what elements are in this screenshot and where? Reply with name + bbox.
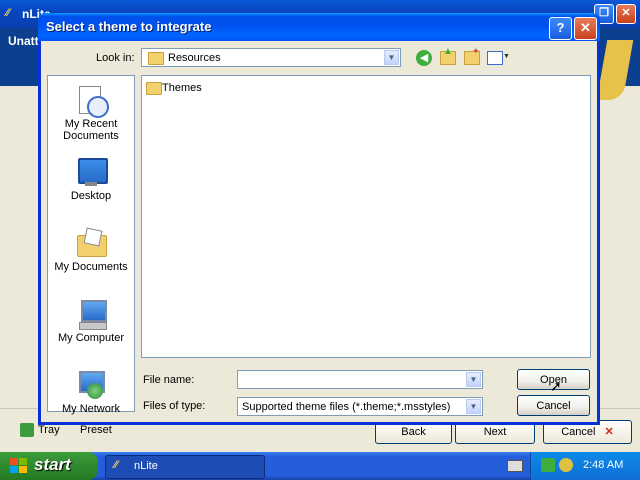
place-my-computer[interactable]: My Computer <box>48 298 134 344</box>
files-of-type-value: Supported theme files (*.theme;*.msstyle… <box>242 401 451 413</box>
nlite-banner-title: Unatt <box>8 34 39 48</box>
up-arrow-icon: ▲ <box>443 46 453 57</box>
folder-icon <box>146 82 162 95</box>
look-in-label: Look in: <box>96 52 135 64</box>
security-icon[interactable] <box>559 458 573 472</box>
next-label: Next <box>483 426 507 438</box>
start-label: start <box>34 455 71 474</box>
new-star-icon: ✦ <box>472 46 480 56</box>
my-network-icon <box>75 369 107 401</box>
look-in-select[interactable]: Resources ▼ <box>141 48 401 67</box>
dialog-close-button[interactable]: ✕ <box>574 17 597 40</box>
place-label: My Network <box>61 403 121 415</box>
place-my-network[interactable]: My Network <box>48 369 134 415</box>
file-name: Themes <box>162 82 202 94</box>
back-label: Back <box>401 426 426 438</box>
place-label: My Recent Documents <box>63 118 119 142</box>
chevron-down-icon[interactable]: ▼ <box>384 50 399 65</box>
nlite-task-icon: ⁄⁄ <box>114 459 118 471</box>
mouse-cursor-icon: ➚ <box>550 378 562 394</box>
place-desktop[interactable]: Desktop <box>48 156 134 202</box>
chevron-down-icon[interactable]: ▼ <box>466 372 481 387</box>
back-icon[interactable]: ◀ <box>416 50 432 66</box>
views-menu-icon[interactable] <box>487 51 503 65</box>
tray-link[interactable]: Tray <box>38 424 60 436</box>
file-name-input[interactable]: ▼ <box>237 370 483 389</box>
my-computer-icon <box>75 298 107 330</box>
place-recent-documents[interactable]: My Recent Documents <box>48 84 134 142</box>
dialog-title: Select a theme to integrate <box>46 19 212 34</box>
nlite-logo-icon: ⁄⁄ <box>6 7 10 19</box>
list-item[interactable]: Themes <box>144 80 214 96</box>
folder-icon <box>148 52 164 65</box>
files-of-type-select[interactable]: Supported theme files (*.theme;*.msstyle… <box>237 397 483 416</box>
my-documents-icon <box>75 227 107 259</box>
place-label: My Computer <box>57 332 125 344</box>
tray-icon[interactable] <box>20 423 34 437</box>
taskbar-item-label: nLite <box>134 460 158 472</box>
look-in-value: Resources <box>168 52 221 64</box>
network-status-icon[interactable] <box>541 458 555 472</box>
place-label: My Documents <box>54 261 128 273</box>
chevron-down-icon[interactable]: ▼ <box>466 399 481 414</box>
cancel-label: Cancel <box>536 400 571 412</box>
system-tray: 2:48 AM <box>507 452 640 480</box>
keyboard-icon[interactable] <box>507 460 523 472</box>
cancel-x-icon: ✕ <box>604 426 614 438</box>
clock: 2:48 AM <box>583 459 624 471</box>
file-list[interactable]: Themes <box>141 75 591 358</box>
cancel-button[interactable]: Cancel <box>517 395 590 416</box>
nlite-close-button[interactable]: ✕ <box>616 4 636 24</box>
places-bar: My Recent Documents Desktop My Documents… <box>47 75 135 415</box>
files-of-type-label: Files of type: <box>143 400 206 412</box>
nlite-cancel-label: Cancel <box>561 426 596 438</box>
place-my-documents[interactable]: My Documents <box>48 227 134 273</box>
place-label: Desktop <box>70 190 112 202</box>
recent-documents-icon <box>75 84 109 118</box>
help-button[interactable]: ? <box>549 17 572 40</box>
taskbar-item-nlite[interactable]: ⁄⁄ nLite <box>105 455 265 479</box>
file-name-label: File name: <box>143 374 195 386</box>
desktop-icon <box>75 156 108 188</box>
views-dropdown-icon[interactable]: ▼ <box>503 53 510 60</box>
start-button[interactable]: start <box>0 452 98 480</box>
preset-link[interactable]: Preset <box>80 424 112 436</box>
windows-flag-icon <box>10 458 28 474</box>
dialog-title-bar: Select a theme to integrate <box>38 13 600 41</box>
